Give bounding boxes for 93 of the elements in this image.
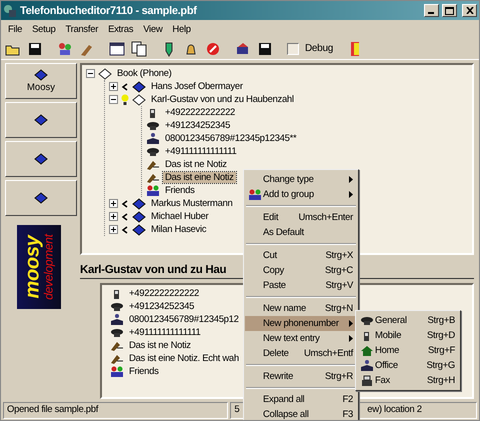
context-menu-item[interactable]: Delete Umsch+Entf	[245, 346, 357, 361]
detail-entry[interactable]: 0800123456789#12345p12	[127, 314, 241, 325]
context-menu-item[interactable]: Edit Umsch+Enter	[245, 210, 357, 225]
tree-item[interactable]: Karl-Gustav von und zu Haubenzahl	[149, 94, 296, 105]
tree-item[interactable]: Das ist eine Notiz	[163, 172, 236, 183]
telephone-icon	[110, 326, 124, 339]
context-menu-item[interactable]: Paste Strg+V	[245, 278, 357, 293]
minus-icon	[110, 96, 117, 103]
people-icon[interactable]	[57, 40, 73, 56]
menu-item[interactable]: Transfer	[60, 24, 104, 34]
tree-item[interactable]: +4922222222222	[163, 107, 238, 118]
detail-entry[interactable]: Das ist eine Notiz. Echt wah	[127, 353, 241, 364]
maximize-icon	[445, 6, 454, 14]
menu-item[interactable]: View	[138, 24, 168, 34]
people-icon	[110, 365, 124, 378]
logo-subtitle: development	[43, 234, 55, 300]
context-menu-item[interactable]: New text entry	[245, 331, 357, 346]
telephone-icon	[146, 145, 160, 158]
copy-icon[interactable]	[131, 40, 147, 56]
people-icon	[248, 188, 262, 201]
detail-entry[interactable]: Friends	[127, 366, 161, 377]
people-icon	[146, 184, 160, 197]
menu-item[interactable]: Help	[167, 24, 196, 34]
note-icon	[110, 339, 124, 352]
window-title: Telefonbucheditor7110 - sample.pbf	[20, 4, 198, 16]
book-button[interactable]	[5, 180, 77, 216]
menu-item[interactable]: Setup	[27, 24, 60, 34]
book-button[interactable]	[5, 102, 77, 138]
book-button[interactable]: Moosy	[5, 63, 77, 99]
book-button[interactable]	[5, 141, 77, 177]
context-menu-item[interactable]: Rewrite Strg+R	[245, 369, 357, 384]
plus-icon	[110, 200, 117, 207]
expand-toggle[interactable]	[86, 69, 95, 78]
context-menu-item[interactable]: As Default	[245, 225, 357, 240]
context-menu-item[interactable]: Add to group	[245, 187, 357, 202]
tree-item[interactable]: Hans Josef Obermayer	[149, 81, 245, 92]
close-icon	[466, 7, 474, 14]
detail-entry[interactable]: +4922222222222	[127, 288, 202, 299]
house-icon	[360, 344, 374, 357]
tree-item[interactable]: Das ist ne Notiz	[163, 159, 229, 170]
context-menu-item[interactable]: Copy Strg+C	[245, 263, 357, 278]
submenu-item[interactable]: Office Strg+G	[357, 358, 459, 373]
expand-toggle[interactable]	[109, 95, 118, 104]
note-icon	[146, 158, 160, 171]
close-button[interactable]	[462, 4, 477, 17]
tree-item[interactable]: Friends	[163, 185, 197, 196]
expand-toggle[interactable]	[109, 225, 118, 234]
book-name: Moosy	[27, 82, 55, 93]
note-icon	[110, 352, 124, 365]
plus-icon	[110, 83, 117, 90]
context-menu-item[interactable]: New phonenumber	[245, 316, 357, 331]
detail-entry[interactable]: Das ist ne Notiz	[127, 340, 193, 351]
plus-icon	[110, 226, 117, 233]
context-menu-item[interactable]: New name Strg+N	[245, 301, 357, 316]
submenu-item[interactable]: Home Strg+F	[357, 343, 459, 358]
fax-icon	[360, 374, 374, 387]
telephone-icon	[360, 314, 374, 327]
context-menu-item[interactable]: Change type	[245, 172, 357, 187]
menu-item[interactable]: Extras	[103, 24, 138, 34]
office-icon	[146, 132, 160, 145]
office-icon	[110, 313, 124, 326]
plus-icon	[110, 213, 117, 220]
tree-item[interactable]: Book (Phone)	[115, 68, 174, 79]
detail-entry[interactable]: +491234252345	[127, 301, 196, 312]
app-icon	[3, 4, 17, 18]
expand-toggle[interactable]	[109, 82, 118, 91]
tree-item[interactable]: Markus Mustermann	[149, 198, 234, 209]
tree-item[interactable]: Milan Hasevic	[149, 224, 208, 235]
minus-icon	[87, 70, 94, 77]
submenu-item[interactable]: General Strg+B	[357, 313, 459, 328]
submenu-item[interactable]: Mobile Strg+D	[357, 328, 459, 343]
tree-item[interactable]: +491234252345	[163, 120, 232, 131]
telephone-icon	[146, 119, 160, 132]
stop-icon[interactable]	[205, 40, 221, 56]
tree-item[interactable]: Michael Huber	[149, 211, 210, 222]
maximize-button[interactable]	[442, 4, 457, 17]
expand-toggle[interactable]	[109, 212, 118, 221]
submenu-item[interactable]: Fax Strg+H	[357, 373, 459, 388]
logo-text: moosy	[23, 236, 43, 298]
calendar-icon[interactable]	[109, 40, 125, 56]
detail-entry[interactable]: +491111111111111	[127, 327, 203, 338]
debug-label: Debug	[305, 43, 333, 54]
menu-item[interactable]: File	[3, 24, 28, 34]
debug-checkbox[interactable]	[287, 42, 299, 54]
note-icon	[146, 171, 160, 184]
status-text: Opened file sample.pbf	[3, 402, 228, 419]
tree-item[interactable]: 0800123456789#12345p12345**	[163, 133, 298, 144]
tree-item[interactable]: +491111111111111	[163, 146, 239, 157]
minimize-button[interactable]	[424, 4, 439, 17]
context-menu-item[interactable]: Collapse all F3	[245, 407, 357, 420]
telephone-icon	[110, 300, 124, 313]
office-icon	[360, 359, 374, 372]
expand-toggle[interactable]	[109, 199, 118, 208]
